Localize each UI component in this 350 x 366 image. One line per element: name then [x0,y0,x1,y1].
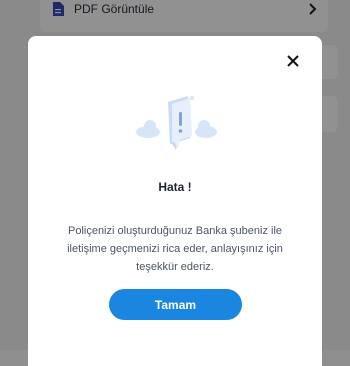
ok-button[interactable]: Tamam [109,289,242,320]
dialog-message: Poliçenizi oluşturduğunuz Banka şubeniz … [67,225,283,273]
dialog-title: Hata ! [158,180,192,194]
close-icon[interactable] [286,54,300,68]
error-dialog: Hata ! Poliçenizi oluşturduğunuz Banka ş… [28,36,322,366]
error-chat-bubble-illustration [136,96,217,150]
